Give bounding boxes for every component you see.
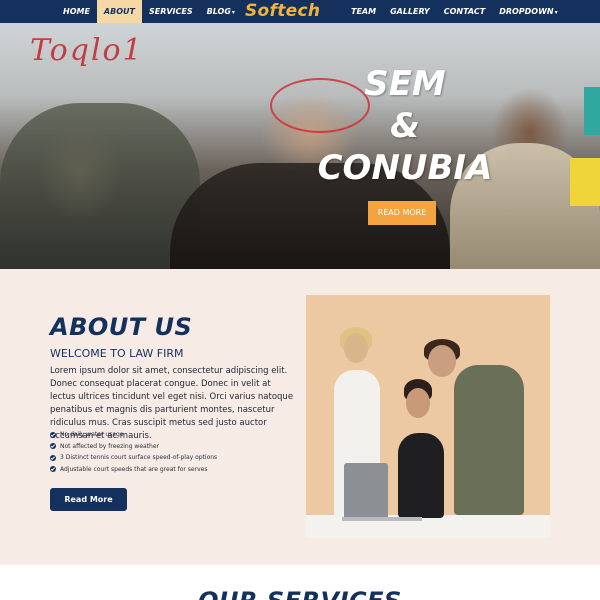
hero-title-line: & <box>390 106 420 146</box>
services-section: OUR SERVICES <box>0 565 600 600</box>
check-circle-icon <box>50 466 56 473</box>
about-read-more-button[interactable]: Read More <box>50 488 127 511</box>
list-item: 3 Distinct tennis court surface speed-of… <box>50 452 217 464</box>
nav-item-blog[interactable]: BLOG▾ <box>200 0 242 23</box>
about-heading: ABOUT US <box>50 313 193 341</box>
photo-person-woman-black <box>398 433 444 518</box>
about-team-photo <box>306 295 550 538</box>
hero-banner: Toqlo1 SEM & CONUBIA READ MORE <box>0 23 600 269</box>
photo-laptop <box>344 463 388 521</box>
glass-scribble: Toqlo1 <box>30 33 144 68</box>
nav-item-label: BLOG <box>206 7 231 16</box>
sticky-note-yellow <box>570 158 600 206</box>
about-section: ABOUT US WELCOME TO LAW FIRM Lorem ipsum… <box>0 269 600 565</box>
hero-title-line: SEM <box>364 64 446 104</box>
chevron-down-icon: ▾ <box>554 9 558 16</box>
photo-person-head <box>428 345 456 377</box>
list-item-label: No daily water usage <box>60 431 124 439</box>
photo-laptop-base <box>342 517 422 521</box>
nav-item-gallery[interactable]: GALLERY <box>383 0 437 23</box>
list-item-label: Adjustable court speeds that are great f… <box>60 465 208 473</box>
sticky-note-teal <box>584 87 600 135</box>
photo-person-man-green <box>454 365 524 515</box>
hero-title: SEM & CONUBIA <box>305 63 505 189</box>
nav-right-group: TEAM GALLERY CONTACT DROPDOWN▾ <box>344 0 565 23</box>
nav-item-team[interactable]: TEAM <box>344 0 383 23</box>
photo-person-head <box>344 333 368 363</box>
nav-item-dropdown[interactable]: DROPDOWN▾ <box>492 0 564 23</box>
site-logo[interactable]: Softech <box>245 0 320 23</box>
top-navigation-bar: HOME ABOUT SERVICES BLOG▾ Softech TEAM G… <box>0 0 600 23</box>
list-item-label: 3 Distinct tennis court surface speed-of… <box>60 454 218 462</box>
nav-item-label: HOME <box>63 7 90 16</box>
nav-item-home[interactable]: HOME <box>56 0 97 23</box>
hero-title-line: CONUBIA <box>317 148 493 188</box>
check-circle-icon <box>50 431 56 438</box>
chevron-down-icon: ▾ <box>231 9 235 16</box>
check-circle-icon <box>50 454 56 461</box>
nav-item-label: ABOUT <box>103 7 135 16</box>
nav-item-label: DROPDOWN <box>499 7 554 16</box>
services-heading: OUR SERVICES <box>0 587 600 600</box>
list-item: Adjustable court speeds that are great f… <box>50 464 217 476</box>
check-circle-icon <box>50 443 56 450</box>
list-item: Not affected by freezing weather <box>50 441 217 453</box>
nav-item-label: SERVICES <box>148 7 193 16</box>
nav-item-services[interactable]: SERVICES <box>142 0 200 23</box>
photo-person-head <box>406 388 430 418</box>
feature-checklist: No daily water usage Not affected by fre… <box>50 429 217 475</box>
nav-item-label: TEAM <box>351 7 377 16</box>
nav-item-label: GALLERY <box>390 7 430 16</box>
nav-left-group: HOME ABOUT SERVICES BLOG▾ <box>56 0 242 23</box>
nav-item-contact[interactable]: CONTACT <box>437 0 492 23</box>
nav-item-label: CONTACT <box>443 7 486 16</box>
list-item-label: Not affected by freezing weather <box>60 442 159 450</box>
nav-item-about[interactable]: ABOUT <box>96 0 142 23</box>
about-subheading: WELCOME TO LAW FIRM <box>50 347 184 360</box>
list-item: No daily water usage <box>50 429 217 441</box>
hero-read-more-button[interactable]: READ MORE <box>368 201 436 225</box>
